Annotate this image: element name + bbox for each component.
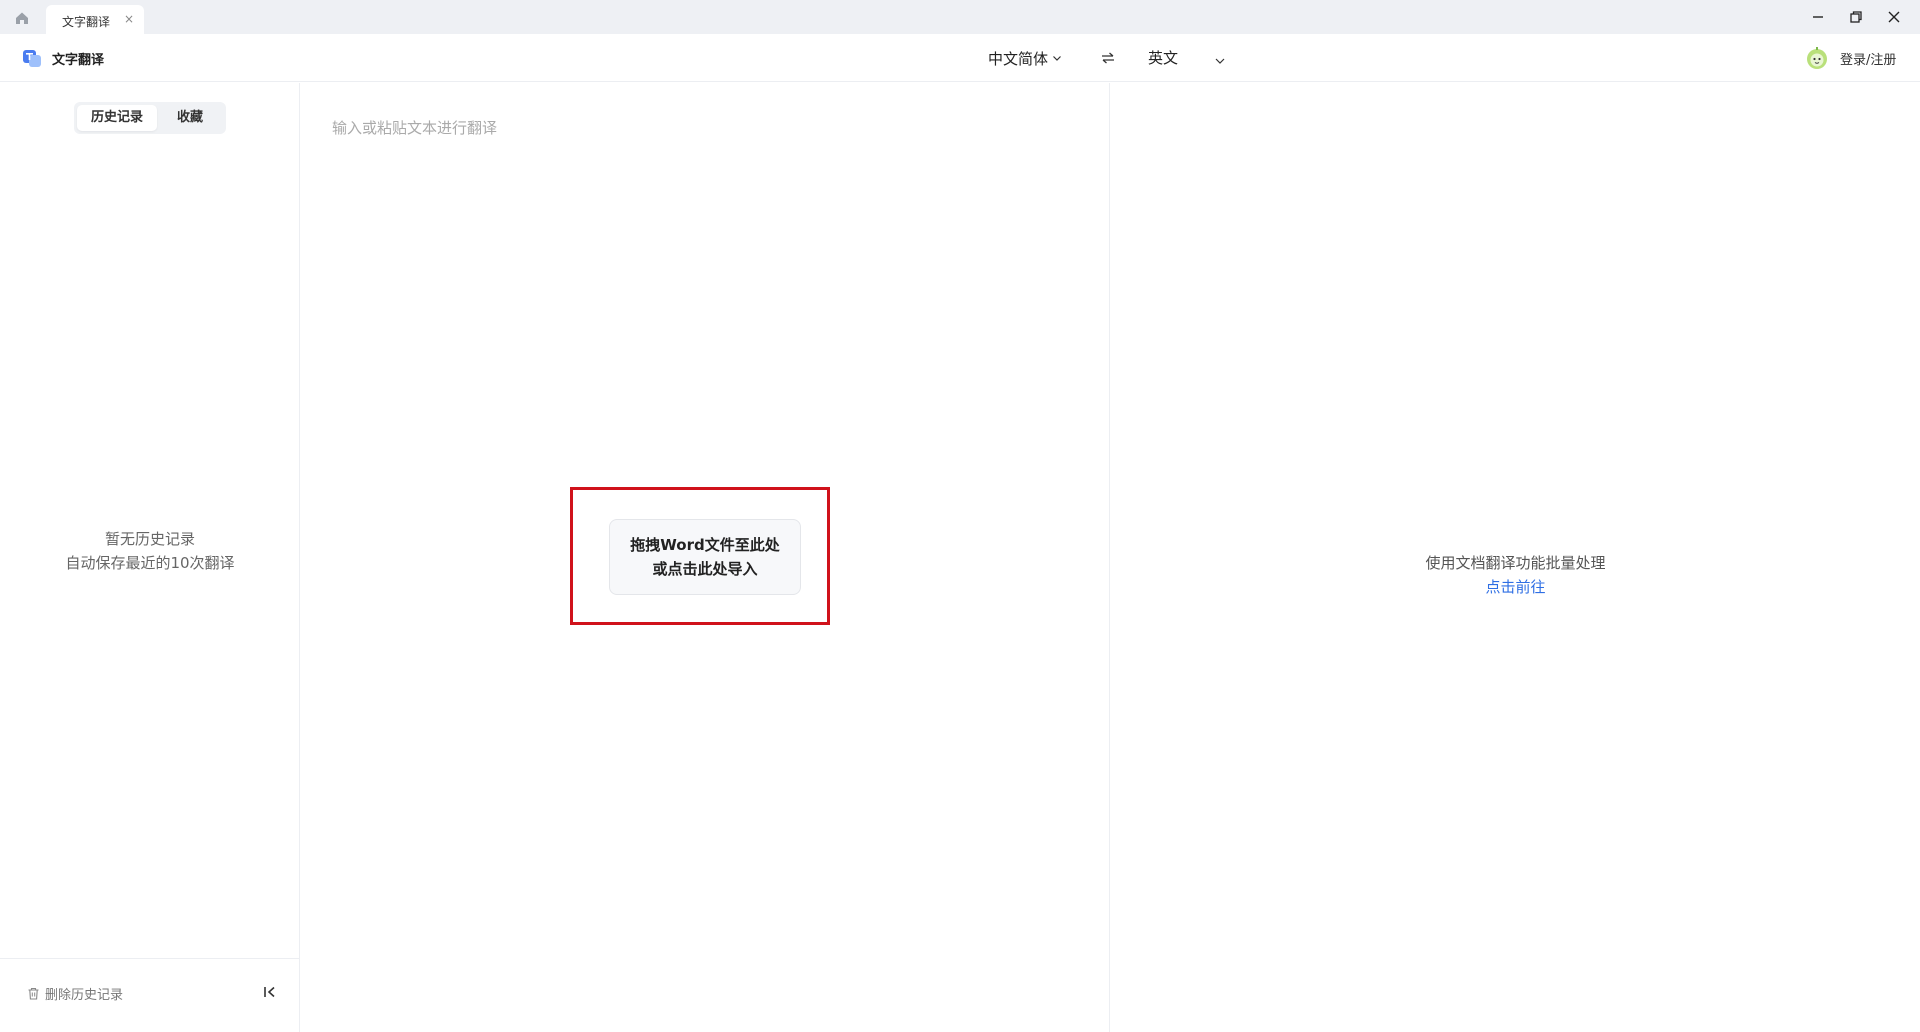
collapse-left-icon[interactable] [262, 984, 278, 1000]
app-logo-icon [22, 48, 42, 68]
source-language-label: 中文简体 [988, 49, 1049, 68]
delete-history-label: 删除历史记录 [45, 988, 124, 1003]
home-icon[interactable] [14, 10, 30, 26]
sidebar-footer: 删除历史记录 [0, 958, 300, 1032]
minimize-icon [1813, 16, 1823, 18]
app-title: 文字翻译 [52, 53, 105, 68]
tab-text-translate[interactable]: 文字翻译 × [46, 5, 144, 34]
history-sidebar: 历史记录 收藏 暂无历史记录 自动保存最近的10次翻译 删除历史记录 [0, 83, 300, 1032]
tab-label: 文字翻译 [62, 15, 111, 29]
document-translate-link[interactable]: 点击前往 [1111, 576, 1920, 597]
tab-history[interactable]: 历史记录 [77, 105, 157, 131]
source-language-select[interactable]: 中文简体 [988, 47, 1062, 69]
chevron-down-icon [1053, 56, 1061, 61]
login-register-link[interactable]: 登录/注册 [1840, 49, 1896, 68]
empty-history-subtitle: 自动保存最近的10次翻译 [65, 554, 235, 572]
close-icon [1888, 11, 1900, 23]
sidebar-tab-switch: 历史记录 收藏 [74, 102, 226, 134]
word-file-drop-zone[interactable]: 拖拽Word文件至此处 或点击此处导入 [609, 519, 801, 595]
restore-button[interactable] [1842, 6, 1870, 28]
restore-icon [1850, 11, 1862, 23]
document-translate-hint: 使用文档翻译功能批量处理 [1425, 554, 1606, 572]
swap-icon [1102, 52, 1114, 64]
translation-output-area: 使用文档翻译功能批量处理 点击前往 [1111, 83, 1920, 1032]
close-icon[interactable]: × [122, 12, 136, 26]
delete-history-button[interactable]: 删除历史记录 [27, 984, 123, 1003]
drop-zone-line1: 拖拽Word文件至此处 [630, 536, 780, 554]
avatar-icon[interactable] [1805, 46, 1829, 70]
tab-favorites[interactable]: 收藏 [157, 105, 223, 131]
source-text-area[interactable]: 输入或粘贴文本进行翻译 拖拽Word文件至此处 或点击此处导入 [300, 83, 1110, 1032]
toolbar: 文字翻译 中文简体 英文 登录/注册 [0, 34, 1920, 82]
swap-languages-button[interactable] [1098, 48, 1118, 68]
minimize-button[interactable] [1804, 6, 1832, 28]
chevron-down-icon[interactable] [1214, 52, 1226, 64]
target-language-label[interactable]: 英文 [1148, 47, 1178, 69]
source-text-placeholder: 输入或粘贴文本进行翻译 [332, 119, 498, 137]
trash-icon [28, 987, 39, 1000]
window-close-button[interactable] [1880, 6, 1908, 28]
empty-history-title: 暂无历史记录 [104, 530, 195, 548]
title-bar: 文字翻译 × [0, 0, 1920, 34]
drop-zone-line2: 或点击此处导入 [652, 560, 758, 578]
